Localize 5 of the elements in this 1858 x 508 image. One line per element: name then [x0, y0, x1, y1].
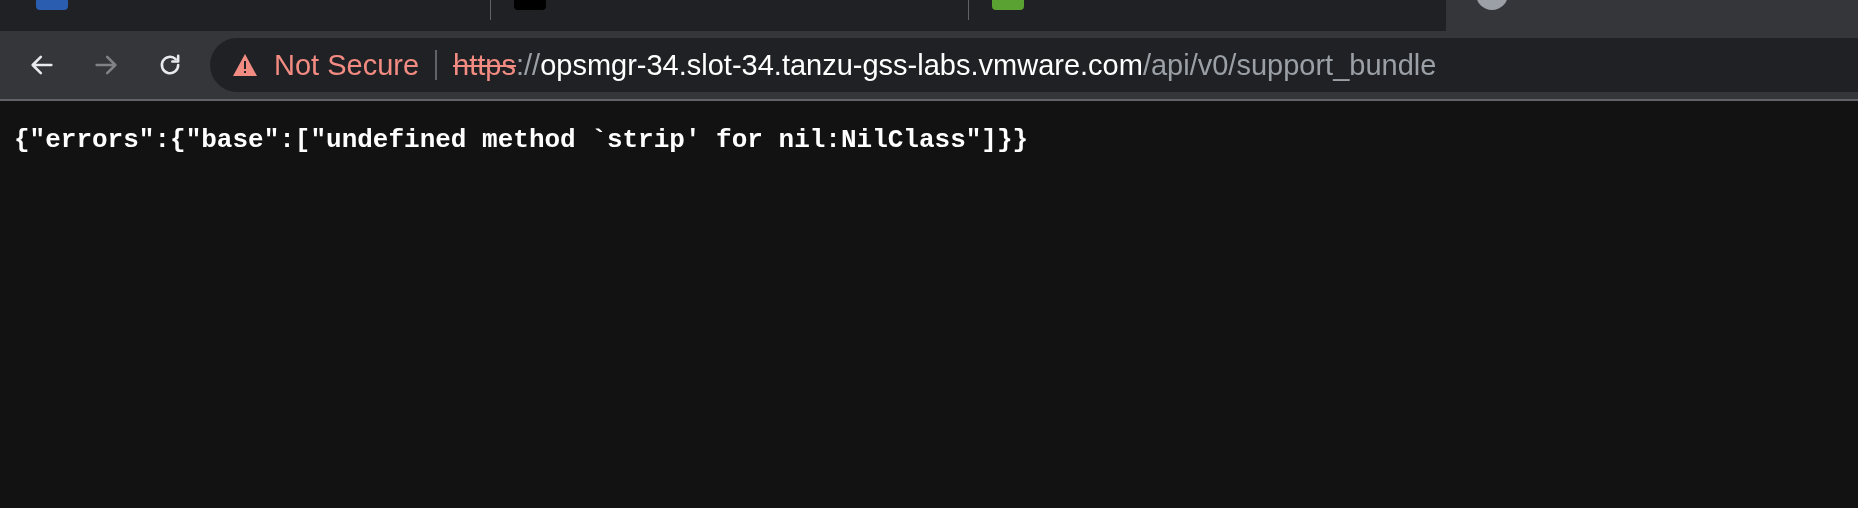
url-text: https://opsmgr-34.slot-34.tanzu-gss-labs.vmware.com/api/v0/support_bundle	[453, 48, 1437, 82]
json-response-text: {"errors":{"base":["undefined method `strip' for nil:NilClass"]}}	[13, 124, 1030, 157]
security-label[interactable]: Not Secure	[274, 48, 420, 82]
address-bar[interactable]: Not Secure https://opsmgr-34.slot-34.tanzu-gss-labs.vmware.com/api/v0/support_bundle	[210, 38, 1858, 92]
warning-icon	[232, 53, 258, 77]
